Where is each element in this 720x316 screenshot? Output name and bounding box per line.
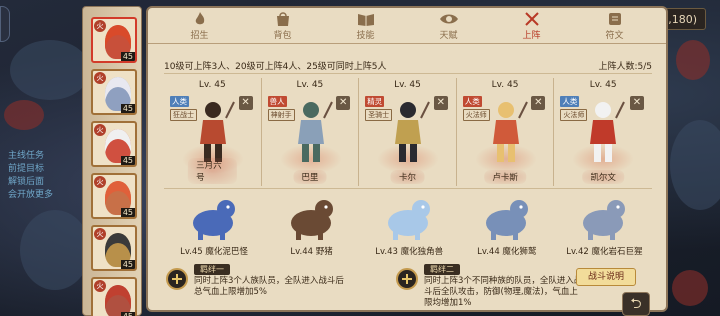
hero-lineup: Lv. 45 人类 狂战士 ✕ 三月六号 Lv. 45 兽人 神射手 ✕ 巴里 …: [164, 78, 652, 186]
battle-info-button[interactable]: 战斗说明: [576, 268, 636, 286]
hero-sprite: [492, 101, 528, 162]
hero-card[interactable]: Lv. 45 兽人 神射手 ✕ 巴里: [262, 78, 360, 186]
roster-hero-slot[interactable]: 火 45: [91, 17, 137, 63]
bond-title: 羁绊一: [194, 264, 230, 275]
tab-bar: 招生 背包 技能 天赋 上阵 符文: [148, 8, 666, 44]
tab-label: 符文: [605, 31, 624, 41]
hero-level: 45: [120, 104, 135, 113]
lineup-info: 10级可上阵3人、20级可上阵4人、25级可同时上阵5人 上阵人数:5/5: [164, 58, 652, 74]
pet-card[interactable]: Lv.43 魔化独角兽: [359, 189, 457, 259]
pet-label: Lv.44 魔化狮鹫: [477, 247, 537, 257]
side-quest-panel[interactable]: 主线任务 前提目标 解锁后面 会开放更多: [8, 150, 78, 202]
pet-label: Lv.44 野猪: [290, 247, 333, 257]
element-badge: 火: [94, 280, 106, 292]
tab-4[interactable]: 上阵: [504, 7, 560, 41]
swords-icon: [522, 11, 542, 27]
tab-1[interactable]: 背包: [255, 7, 311, 41]
pet-lineup: Lv.45 魔化泥巴怪 Lv.44 野猪 Lv.43 魔化独角兽 Lv.44 魔…: [164, 188, 652, 258]
hero-card[interactable]: Lv. 45 人类 火法师 ✕ 卢卡斯: [457, 78, 555, 186]
element-badge: 火: [94, 72, 106, 84]
tab-label: 天赋: [439, 31, 458, 41]
scroll-icon: [605, 11, 625, 27]
pet-sprite: [485, 200, 528, 240]
hero-name: 凯尔文: [582, 170, 624, 184]
hero-level: Lv. 45: [198, 80, 226, 90]
bond-description: 同时上阵3个人族队员，全队进入战斗后总气血上限增加5%: [194, 276, 344, 297]
hero-roster: 火 45 火 45 火 45 火 45 火 45 火 45: [82, 6, 142, 316]
hero-name: 三月六号: [188, 158, 237, 184]
hero-name: 卢卡斯: [484, 170, 526, 184]
pet-label: Lv.42 魔化岩石巨猩: [566, 247, 643, 257]
quest-line: 解锁后面: [8, 177, 45, 187]
tab-label: 技能: [356, 31, 375, 41]
tab-5[interactable]: 符文: [587, 7, 643, 41]
tab-2[interactable]: 技能: [338, 7, 394, 41]
pet-card[interactable]: Lv.45 魔化泥巴怪: [164, 189, 262, 259]
hero-level: 45: [120, 156, 135, 165]
hero-level: Lv. 45: [394, 80, 421, 90]
pet-sprite: [193, 200, 235, 240]
lineup-rule: 10级可上阵3人、20级可上阵4人、25级可同时上阵5人: [164, 62, 387, 72]
remove-hero-button[interactable]: ✕: [531, 96, 546, 110]
pet-label: Lv.43 魔化独角兽: [375, 247, 444, 257]
lineup-panel: 招生 背包 技能 天赋 上阵 符文 10级可上阵3人、20级可上阵4人、25级可…: [146, 6, 668, 316]
tab-label: 上阵: [522, 31, 541, 41]
element-badge: 火: [94, 176, 106, 188]
bond-icon: [166, 268, 188, 290]
roster-hero-slot[interactable]: 火 45: [91, 173, 137, 219]
bond-title: 羁绊二: [424, 264, 460, 275]
lineup-count: 上阵人数:5/5: [598, 62, 652, 72]
tab-label: 招生: [190, 31, 209, 41]
eye-icon: [439, 11, 459, 27]
hero-sprite: [590, 101, 626, 162]
element-badge: 火: [94, 20, 106, 32]
hero-sprite: [297, 101, 333, 162]
hero-level: 45: [120, 208, 135, 217]
quest-title: 主线任务: [8, 151, 45, 161]
pet-card[interactable]: Lv.44 魔化狮鹫: [457, 189, 555, 259]
pet-card[interactable]: Lv.42 魔化岩石巨猩: [554, 189, 652, 259]
tab-label: 背包: [273, 31, 292, 41]
flame-icon: [190, 11, 210, 27]
tab-3[interactable]: 天赋: [421, 7, 477, 41]
bond-1: 羁绊一 同时上阵3个人族队员，全队进入战斗后总气血上限增加5%: [166, 264, 344, 304]
element-badge: 火: [94, 228, 106, 240]
remove-hero-button[interactable]: ✕: [433, 96, 448, 110]
hero-level: Lv. 45: [589, 80, 617, 90]
pet-card[interactable]: Lv.44 野猪: [262, 189, 360, 259]
book-icon: [356, 11, 376, 27]
tab-0[interactable]: 招生: [172, 7, 228, 41]
remove-hero-button[interactable]: ✕: [238, 96, 253, 110]
hero-sprite: [395, 101, 431, 162]
element-badge: 火: [94, 124, 106, 136]
bond-2: 羁绊二 同时上阵3个不同种族的队员，全队进入战斗后全队攻击，防御(物理,魔法)，…: [396, 264, 584, 308]
roster-hero-slot[interactable]: 火 45: [91, 277, 137, 316]
remove-hero-button[interactable]: ✕: [629, 96, 644, 110]
pet-sprite: [583, 200, 626, 240]
pet-sprite: [290, 200, 333, 240]
hero-name: 卡尔: [390, 170, 424, 184]
hero-name: 巴里: [293, 170, 327, 184]
bond-icon: [396, 268, 418, 290]
bond-description: 同时上阵3个不同种族的队员，全队进入战斗后全队攻击，防御(物理,魔法)，气血上限…: [424, 276, 583, 308]
hero-level: Lv. 45: [491, 80, 519, 90]
hero-level: 45: [120, 312, 135, 316]
back-button[interactable]: ⮌: [622, 292, 650, 316]
hero-card[interactable]: Lv. 45 人类 狂战士 ✕ 三月六号: [164, 78, 262, 186]
hero-level: 45: [120, 260, 135, 269]
pet-label: Lv.45 魔化泥巴怪: [180, 247, 248, 257]
hero-card[interactable]: Lv. 45 人类 火法师 ✕ 凯尔文: [554, 78, 652, 186]
pet-sprite: [388, 200, 431, 240]
remove-hero-button[interactable]: ✕: [336, 96, 351, 110]
quest-line: 会开放更多: [8, 190, 54, 200]
roster-hero-slot[interactable]: 火 45: [91, 121, 137, 167]
quest-line: 前提目标: [8, 164, 45, 174]
roster-hero-slot[interactable]: 火 45: [91, 225, 137, 271]
roster-hero-slot[interactable]: 火 45: [91, 69, 137, 115]
hero-level: Lv. 45: [296, 80, 324, 90]
hero-card[interactable]: Lv. 45 精灵 圣骑士 ✕ 卡尔: [359, 78, 457, 186]
hero-level: 45: [120, 52, 135, 61]
side-collapse-button[interactable]: [0, 6, 10, 42]
bag-icon: [273, 11, 293, 27]
